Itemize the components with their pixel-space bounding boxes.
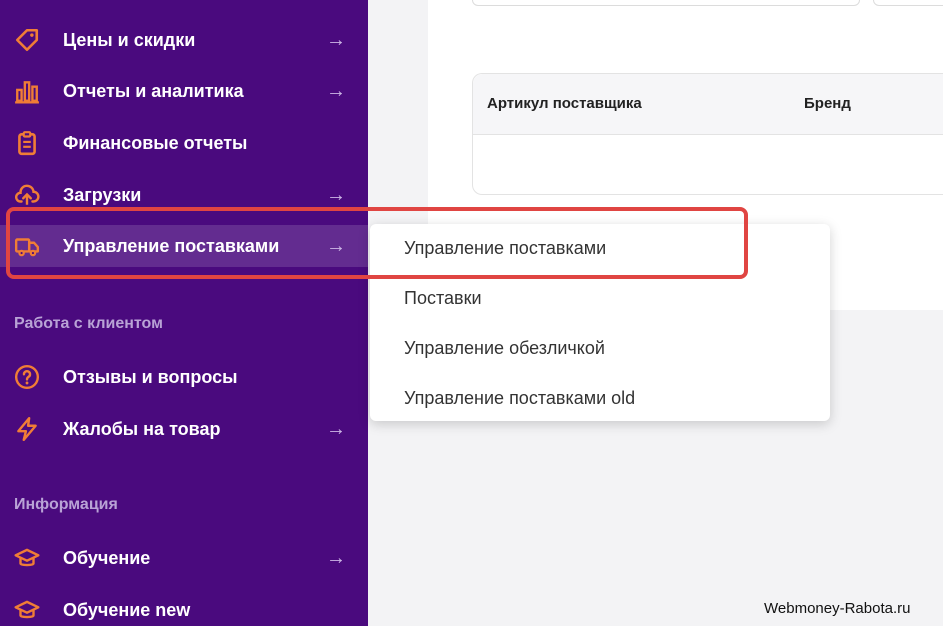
section-title-info: Информация bbox=[14, 496, 118, 513]
submenu-item-supply-management-old[interactable]: Управление поставками old bbox=[404, 388, 635, 409]
price-tag-icon bbox=[12, 25, 42, 55]
sidebar-item-training[interactable]: Обучение → bbox=[0, 537, 368, 579]
arrow-right-icon: → bbox=[326, 28, 346, 51]
filter-input[interactable] bbox=[472, 0, 860, 6]
sidebar-item-label: Отчеты и аналитика bbox=[63, 80, 244, 101]
watermark: Webmoney-Rabota.ru bbox=[764, 600, 911, 617]
submenu-item-supplies[interactable]: Поставки bbox=[404, 288, 482, 309]
sidebar-item-label: Обучение bbox=[63, 547, 151, 568]
submenu-item-depersonalization[interactable]: Управление обезличкой bbox=[404, 338, 605, 359]
products-table: Артикул поставщика Бренд bbox=[472, 73, 943, 195]
sidebar-item-label: Обучение new bbox=[63, 599, 191, 620]
graduation-cap-icon bbox=[12, 595, 42, 625]
section-title-client: Работа с клиентом bbox=[14, 315, 163, 332]
sidebar-item-label: Отзывы и вопросы bbox=[63, 366, 238, 387]
sidebar-item-complaints[interactable]: Жалобы на товар → bbox=[0, 408, 368, 450]
sidebar-item-label: Финансовые отчеты bbox=[63, 132, 248, 153]
arrow-right-icon: → bbox=[326, 546, 346, 569]
highlight-frame bbox=[6, 207, 748, 279]
sidebar-item-reviews[interactable]: Отзывы и вопросы bbox=[0, 356, 368, 398]
sidebar-item-training-new[interactable]: Обучение new bbox=[0, 589, 368, 626]
sidebar-item-prices[interactable]: Цены и скидки → bbox=[0, 19, 368, 61]
lightning-icon bbox=[12, 414, 42, 444]
column-header-article[interactable]: Артикул поставщика bbox=[487, 95, 642, 112]
table-header: Артикул поставщика Бренд bbox=[473, 74, 943, 135]
filter-input-secondary[interactable] bbox=[873, 0, 943, 6]
graduation-cap-icon bbox=[12, 543, 42, 573]
sidebar-item-finance-reports[interactable]: Финансовые отчеты bbox=[0, 122, 368, 164]
sidebar-item-label: Цены и скидки bbox=[63, 29, 196, 50]
sidebar: Цены и скидки → Отчеты и аналитика → Фин… bbox=[0, 0, 368, 626]
arrow-right-icon: → bbox=[326, 417, 346, 440]
cloud-upload-icon bbox=[12, 180, 42, 210]
arrow-right-icon: → bbox=[326, 183, 346, 206]
column-header-brand[interactable]: Бренд bbox=[804, 95, 851, 112]
bar-chart-icon bbox=[12, 76, 42, 106]
sidebar-item-label: Жалобы на товар bbox=[63, 418, 221, 439]
clipboard-icon bbox=[12, 128, 42, 158]
question-circle-icon bbox=[12, 362, 42, 392]
sidebar-item-reports[interactable]: Отчеты и аналитика → bbox=[0, 70, 368, 112]
arrow-right-icon: → bbox=[326, 79, 346, 102]
sidebar-item-label: Загрузки bbox=[63, 184, 142, 205]
